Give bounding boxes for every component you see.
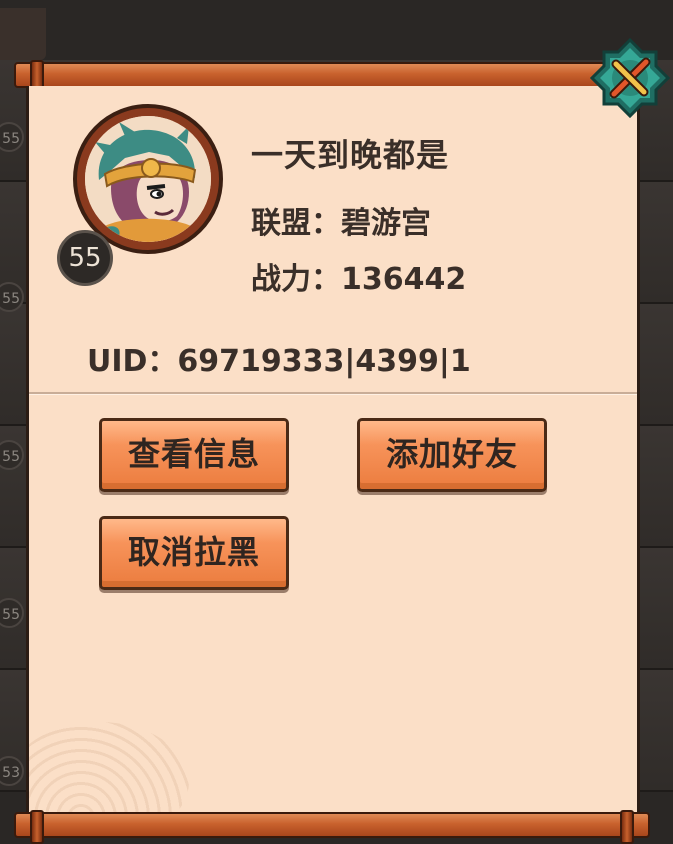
combat-power-label: 战力：136442 — [251, 262, 467, 297]
background-tab — [0, 8, 46, 60]
add-friend-button[interactable]: 添加好友 — [357, 418, 547, 492]
close-button[interactable] — [589, 37, 671, 119]
monkey-king-avatar-icon — [85, 116, 211, 242]
player-name: 一天到晚都是 — [251, 136, 450, 174]
scroll-rod-bottom — [14, 810, 650, 844]
uid-label: UID：69719333|4399|1 — [87, 344, 471, 379]
close-icon — [589, 37, 671, 119]
cloud-pattern-decoration — [29, 722, 189, 812]
scroll-rod-top — [14, 60, 650, 94]
view-info-button[interactable]: 查看信息 — [99, 418, 289, 492]
divider — [29, 392, 637, 394]
player-level-badge: 55 — [57, 230, 113, 286]
player-info-panel: 55 一天到晚都是 联盟：碧游宫 战力：136442 UID：69719333|… — [26, 86, 640, 812]
unblock-button[interactable]: 取消拉黑 — [99, 516, 289, 590]
alliance-label: 联盟：碧游宫 — [251, 206, 431, 241]
